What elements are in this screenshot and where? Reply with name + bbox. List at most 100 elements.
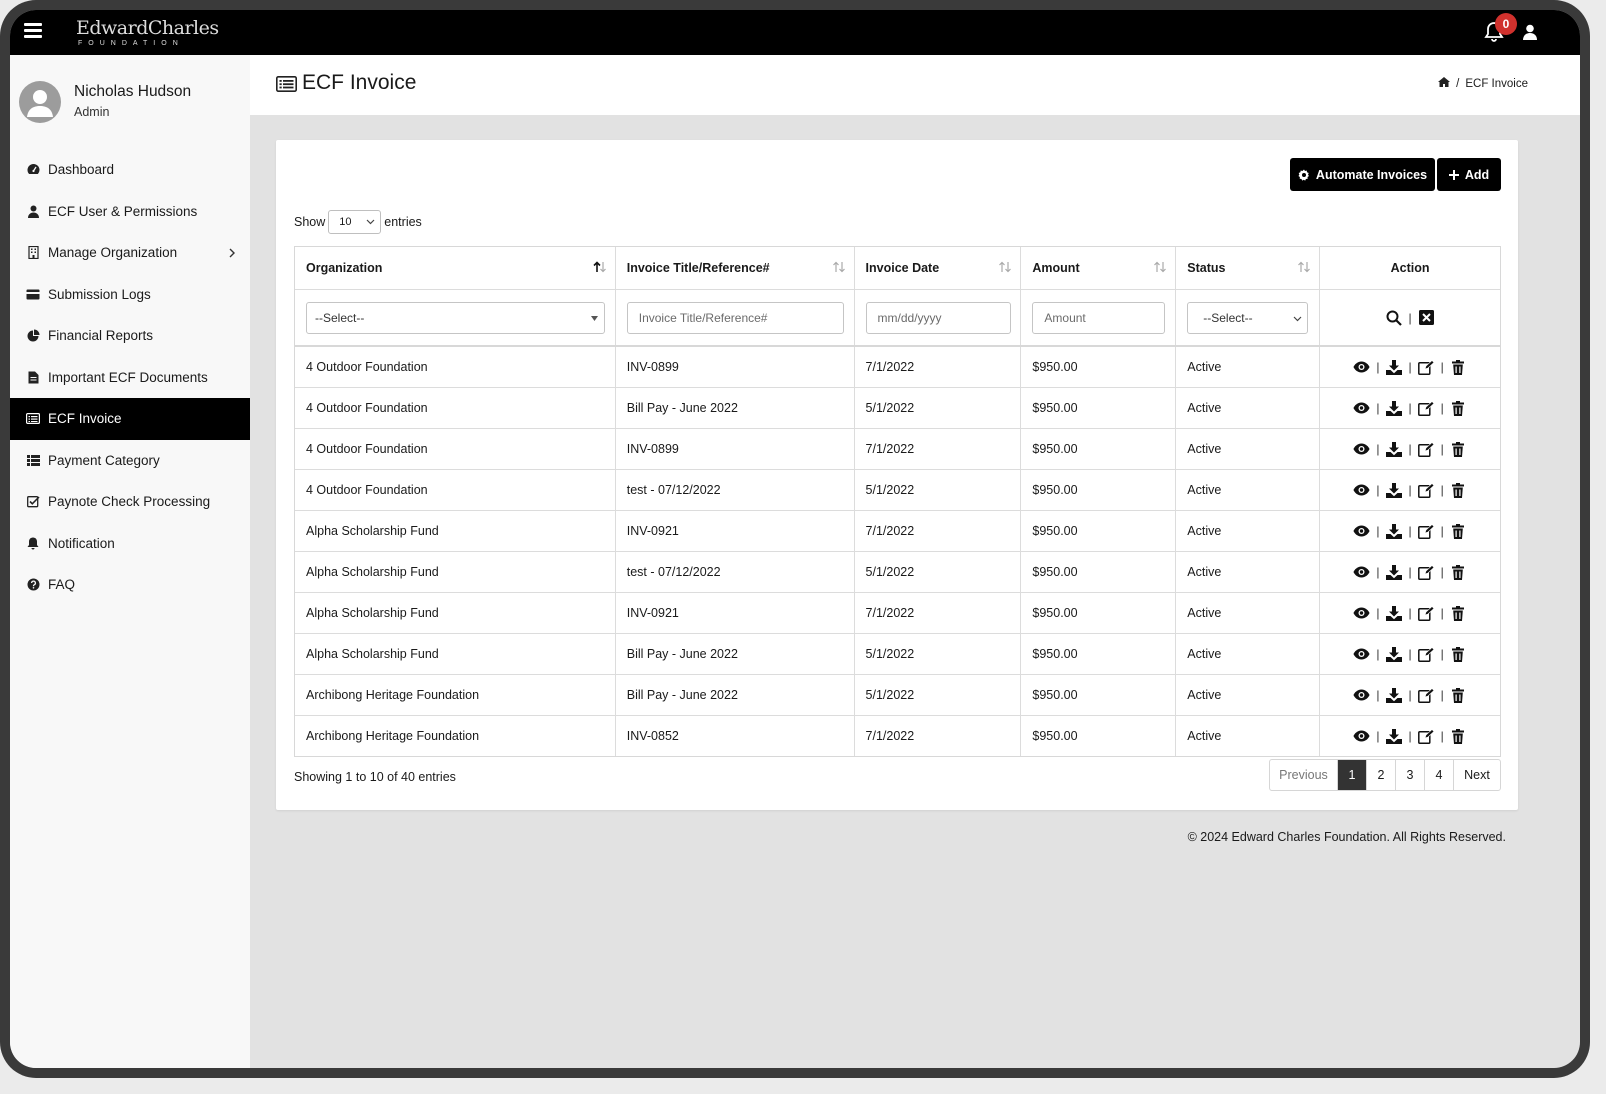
pagination-page-2[interactable]: 2 — [1367, 760, 1396, 790]
download-icon[interactable] — [1386, 523, 1403, 539]
sidebar-item-dashboard[interactable]: Dashboard — [10, 149, 250, 191]
view-icon[interactable] — [1353, 564, 1370, 580]
action-separator: | — [1376, 647, 1379, 661]
view-icon[interactable] — [1353, 400, 1370, 416]
view-icon[interactable] — [1353, 482, 1370, 498]
show-label: Show — [294, 215, 325, 229]
download-icon[interactable] — [1386, 728, 1403, 744]
cell-invoice-title: Bill Pay - June 2022 — [616, 634, 855, 674]
edit-icon[interactable] — [1418, 400, 1435, 416]
download-icon[interactable] — [1386, 441, 1403, 457]
cell-text: Bill Pay - June 2022 — [627, 401, 738, 415]
sidebar-item-financial-reports[interactable]: Financial Reports — [10, 315, 250, 357]
delete-icon[interactable] — [1450, 646, 1467, 662]
user-menu-icon[interactable] — [1523, 24, 1541, 42]
brand-logo[interactable]: EdwardCharles FOUNDATION — [76, 16, 226, 52]
hamburger-menu-icon[interactable] — [24, 23, 42, 41]
pagination-previous[interactable]: Previous — [1270, 760, 1338, 790]
sidebar-item-ecf-invoice[interactable]: ECF Invoice — [10, 398, 250, 440]
pagination-next[interactable]: Next — [1454, 760, 1500, 790]
view-icon[interactable] — [1353, 523, 1370, 539]
edit-icon[interactable] — [1418, 646, 1435, 662]
cell-text: Alpha Scholarship Fund — [306, 606, 439, 620]
edit-icon[interactable] — [1418, 687, 1435, 703]
view-icon[interactable] — [1353, 728, 1370, 744]
automate-invoices-button[interactable]: Automate Invoices — [1290, 158, 1435, 191]
delete-icon[interactable] — [1450, 523, 1467, 539]
cell-text: 5/1/2022 — [866, 565, 915, 579]
sort-icon — [832, 261, 846, 273]
column-header-invoice-title[interactable]: Invoice Title/Reference# — [616, 247, 855, 289]
edit-icon[interactable] — [1418, 728, 1435, 744]
download-icon[interactable] — [1386, 482, 1403, 498]
cell-invoice-date: 7/1/2022 — [855, 593, 1022, 633]
view-icon[interactable] — [1353, 687, 1370, 703]
edit-icon[interactable] — [1418, 605, 1435, 621]
view-icon[interactable] — [1353, 359, 1370, 375]
cell-organization: Alpha Scholarship Fund — [295, 552, 616, 592]
sidebar-item-submission-logs[interactable]: Submission Logs — [10, 274, 250, 316]
home-icon[interactable] — [1438, 77, 1450, 90]
pagination-page-3[interactable]: 3 — [1396, 760, 1425, 790]
sidebar-item-faq[interactable]: FAQ — [10, 564, 250, 606]
clear-filter-icon[interactable] — [1418, 310, 1435, 326]
edit-icon[interactable] — [1418, 359, 1435, 375]
table-body: 4 Outdoor FoundationINV-08997/1/2022$950… — [295, 347, 1500, 756]
delete-icon[interactable] — [1450, 687, 1467, 703]
table-filter-row: --Select-- Invoice Title/Reference# mm/d… — [295, 290, 1500, 347]
download-icon[interactable] — [1386, 359, 1403, 375]
view-icon[interactable] — [1353, 605, 1370, 621]
edit-icon[interactable] — [1418, 523, 1435, 539]
cell-amount: $950.00 — [1021, 470, 1176, 510]
edit-icon[interactable] — [1418, 441, 1435, 457]
column-header-organization[interactable]: Organization — [295, 247, 616, 289]
sidebar-item-users[interactable]: ECF User & Permissions — [10, 191, 250, 233]
download-icon[interactable] — [1386, 646, 1403, 662]
delete-icon[interactable] — [1450, 359, 1467, 375]
download-icon[interactable] — [1386, 687, 1403, 703]
invoice-date-filter-input[interactable]: mm/dd/yyyy — [866, 302, 1011, 334]
download-icon[interactable] — [1386, 400, 1403, 416]
edit-icon[interactable] — [1418, 482, 1435, 498]
delete-icon[interactable] — [1450, 728, 1467, 744]
avatar[interactable] — [19, 81, 61, 123]
sidebar-item-payment-category[interactable]: Payment Category — [10, 440, 250, 482]
sidebar-item-notification[interactable]: Notification — [10, 523, 250, 565]
cell-actions: ||| — [1320, 552, 1500, 592]
column-header-status[interactable]: Status — [1176, 247, 1320, 289]
edit-icon[interactable] — [1418, 564, 1435, 580]
column-header-invoice-date[interactable]: Invoice Date — [855, 247, 1022, 289]
delete-icon[interactable] — [1450, 400, 1467, 416]
filter-cell: --Select-- — [295, 290, 616, 345]
action-separator: | — [1409, 401, 1412, 415]
download-icon[interactable] — [1386, 605, 1403, 621]
download-icon[interactable] — [1386, 564, 1403, 580]
invoice-title-filter-input[interactable]: Invoice Title/Reference# — [627, 302, 844, 334]
amount-filter-input[interactable]: Amount — [1032, 302, 1165, 334]
breadcrumb-separator: / — [1456, 78, 1459, 90]
delete-icon[interactable] — [1450, 605, 1467, 621]
pagination-page-1[interactable]: 1 — [1338, 760, 1367, 790]
cell-organization: 4 Outdoor Foundation — [295, 429, 616, 469]
entries-length-select[interactable]: 10 — [328, 210, 381, 234]
sidebar-item-paynote-check-processing[interactable]: Paynote Check Processing — [10, 481, 250, 523]
delete-icon[interactable] — [1450, 482, 1467, 498]
sidebar-item-important-documents[interactable]: Important ECF Documents — [10, 357, 250, 399]
status-filter-select[interactable]: --Select-- — [1187, 302, 1308, 334]
view-icon[interactable] — [1353, 441, 1370, 457]
cell-text: Archibong Heritage Foundation — [306, 729, 479, 743]
pagination-page-4[interactable]: 4 — [1425, 760, 1454, 790]
view-icon[interactable] — [1353, 646, 1370, 662]
delete-icon[interactable] — [1450, 564, 1467, 580]
column-header-amount[interactable]: Amount — [1021, 247, 1176, 289]
delete-icon[interactable] — [1450, 441, 1467, 457]
organization-filter-select[interactable]: --Select-- — [306, 302, 605, 334]
cell-invoice-title: INV-0852 — [616, 716, 855, 756]
search-icon[interactable] — [1386, 310, 1403, 326]
cell-actions: ||| — [1320, 388, 1500, 428]
add-button[interactable]: Add — [1437, 158, 1501, 191]
action-separator: | — [1441, 401, 1444, 415]
sort-icon — [998, 261, 1012, 273]
cell-invoice-date: 7/1/2022 — [855, 347, 1022, 387]
sidebar-item-manage-organization[interactable]: Manage Organization — [10, 232, 250, 274]
